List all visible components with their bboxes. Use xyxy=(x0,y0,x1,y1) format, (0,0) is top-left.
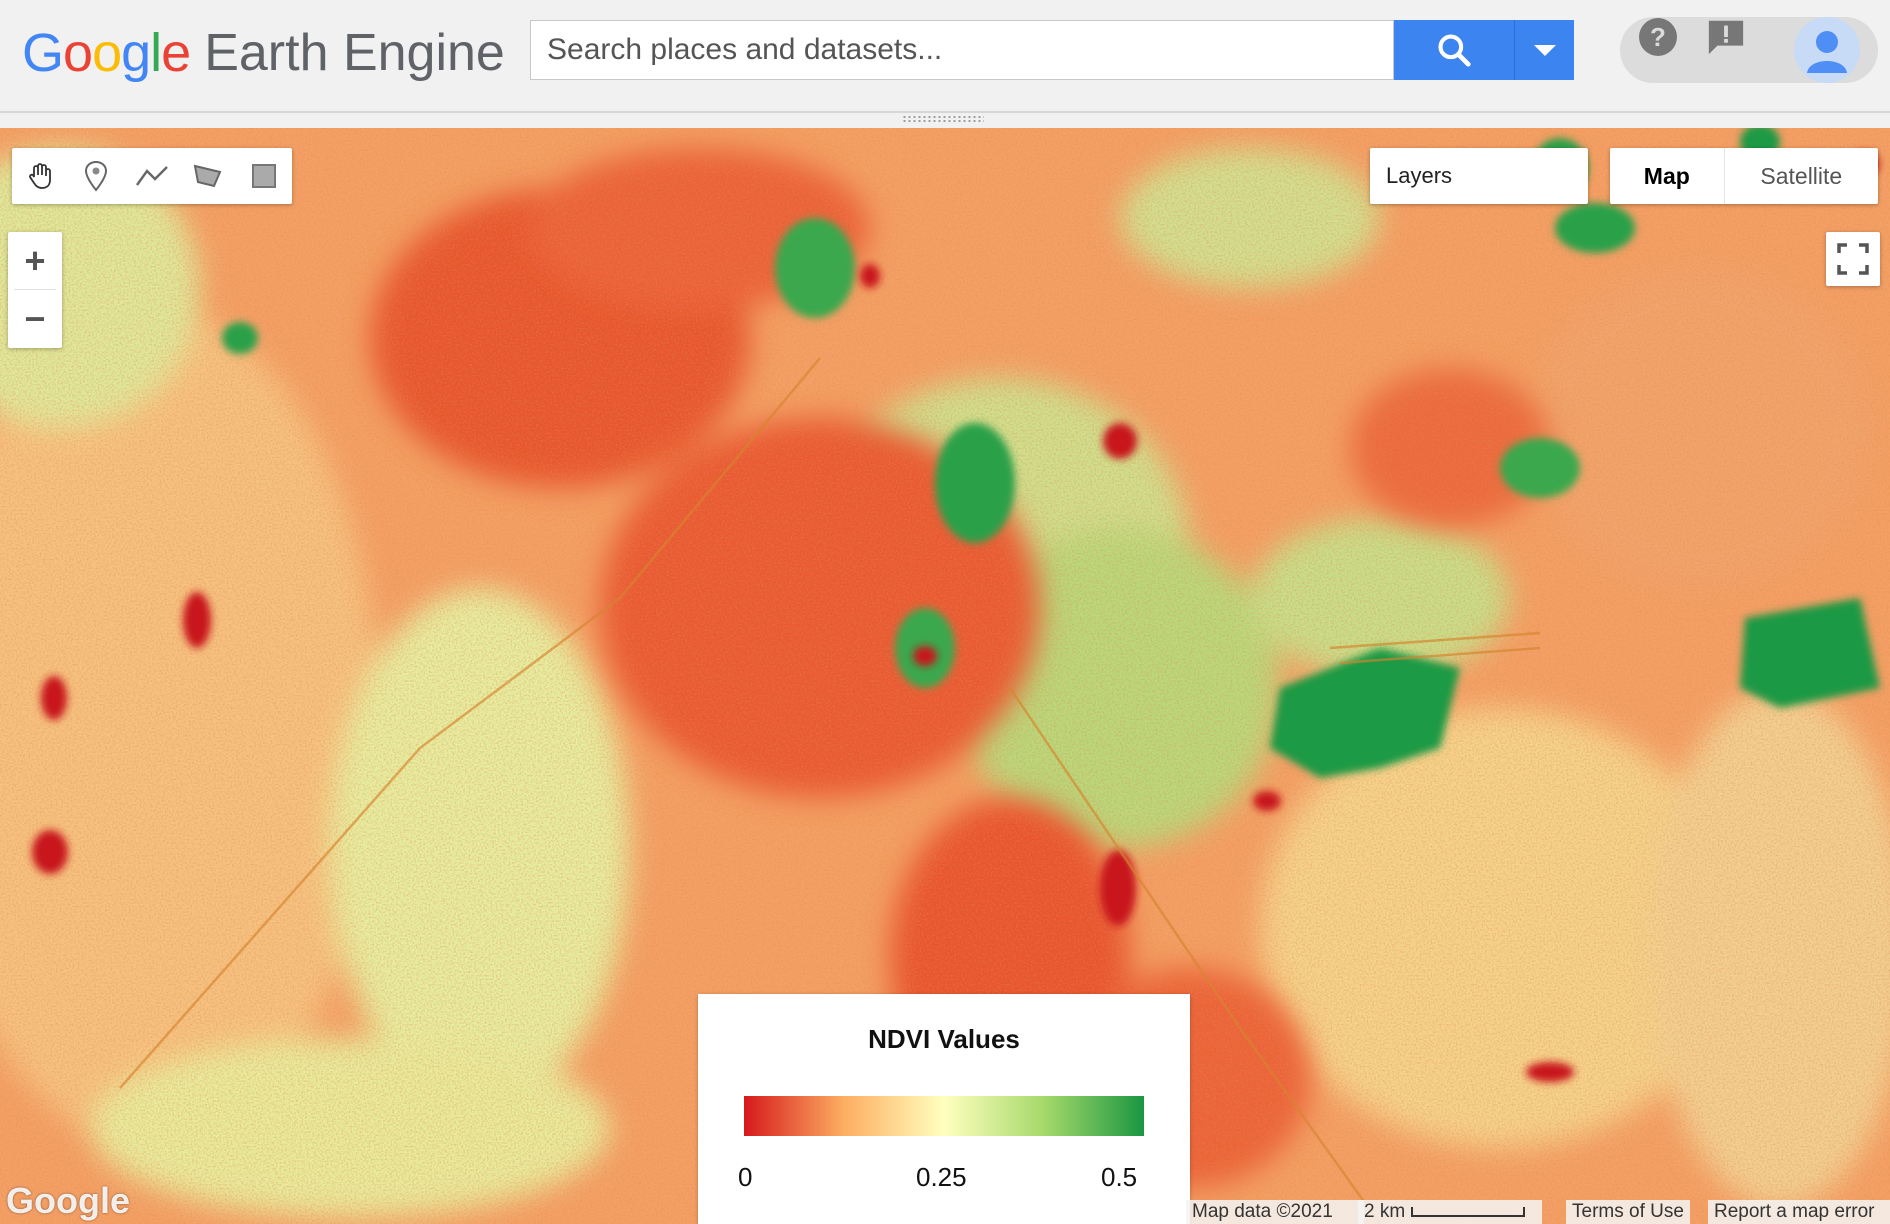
fullscreen-icon xyxy=(1837,243,1869,275)
legend-max-label: 0.5 xyxy=(1101,1162,1138,1192)
search-icon xyxy=(1438,34,1471,67)
google-logo-text: Google xyxy=(22,23,191,83)
zoom-control: + − xyxy=(8,232,62,348)
fullscreen-button[interactable] xyxy=(1826,232,1880,286)
map-type-map-button[interactable]: Map xyxy=(1610,148,1725,204)
map-data-attribution: Map data ©2021 xyxy=(1186,1200,1364,1224)
earth-engine-logo[interactable]: Google Earth Engine xyxy=(22,18,505,88)
search-field[interactable] xyxy=(530,20,1394,80)
top-bar: Google Earth Engine ? xyxy=(0,0,1890,113)
line-icon xyxy=(136,166,168,186)
zoom-in-button[interactable]: + xyxy=(8,232,62,289)
chevron-down-icon xyxy=(1533,45,1556,56)
report-error-link-box: Report a map error xyxy=(1708,1200,1890,1224)
legend-mid-label: 0.25 xyxy=(916,1162,967,1192)
report-map-error-link[interactable]: Report a map error xyxy=(1714,1201,1875,1223)
polygon-tool[interactable] xyxy=(180,148,236,204)
legend-title: NDVI Values xyxy=(868,1024,1020,1054)
panel-resize-handle[interactable] xyxy=(902,115,984,123)
marker-icon xyxy=(84,160,108,192)
rectangle-tool[interactable] xyxy=(236,148,292,204)
feedback-icon[interactable] xyxy=(1706,17,1746,57)
search-button[interactable] xyxy=(1394,20,1514,80)
map-canvas[interactable]: + − Layers Map Satellite NDVI Values 0 0… xyxy=(0,128,1890,1224)
scale-line xyxy=(1411,1207,1526,1217)
rectangle-icon xyxy=(252,164,276,188)
hand-icon xyxy=(29,163,51,189)
legend-min-label: 0 xyxy=(738,1162,753,1192)
zoom-out-button[interactable]: − xyxy=(8,290,62,347)
svg-text:?: ? xyxy=(1650,22,1666,52)
map-data-text: Map data ©2021 xyxy=(1192,1201,1333,1222)
drawing-toolbar xyxy=(12,148,292,204)
map-type-satellite-button[interactable]: Satellite xyxy=(1725,148,1878,204)
legend-color-ramp xyxy=(744,1096,1144,1136)
layers-button[interactable]: Layers xyxy=(1370,148,1588,204)
point-tool[interactable] xyxy=(68,148,124,204)
search-options-button[interactable] xyxy=(1514,20,1574,80)
pan-tool[interactable] xyxy=(12,148,68,204)
help-icon[interactable]: ? xyxy=(1638,17,1678,57)
map-type-control: Map Satellite xyxy=(1610,148,1878,204)
scale-bar[interactable]: 2 km xyxy=(1358,1200,1542,1224)
ndvi-legend: NDVI Values 0 0.25 0.5 xyxy=(698,994,1190,1224)
search-input[interactable] xyxy=(531,21,1393,79)
terms-of-use-link[interactable]: Terms of Use xyxy=(1572,1201,1684,1223)
google-watermark-logo: Google xyxy=(6,1180,130,1221)
line-tool[interactable] xyxy=(124,148,180,204)
account-icon[interactable] xyxy=(1794,17,1860,83)
polygon-icon xyxy=(193,164,222,188)
terms-link-box: Terms of Use xyxy=(1566,1200,1690,1224)
product-name: Earth Engine xyxy=(204,24,505,82)
scale-label: 2 km xyxy=(1364,1201,1406,1222)
